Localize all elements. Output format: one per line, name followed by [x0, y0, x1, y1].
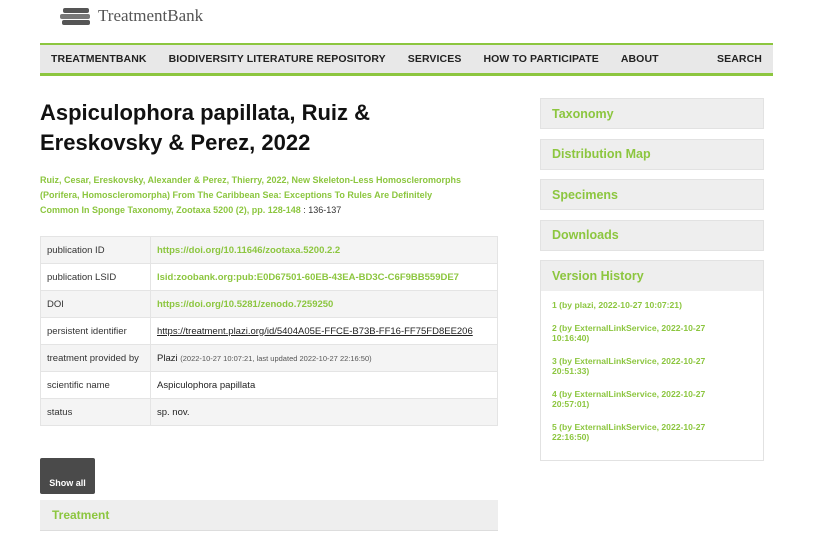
provider-dates: (2022-10-27 10:07:21, last updated 2022-…: [180, 353, 372, 363]
version-time: 10:16:40): [552, 333, 590, 343]
version-link-5[interactable]: 5 (by ExternalLinkService, 2022-10-27 22…: [552, 422, 752, 442]
citation-pages: : 136-137: [300, 205, 342, 215]
version-time: 20:57:01): [552, 399, 590, 409]
page-title: Aspiculophora papillata, Ruiz & Ereskovs…: [40, 98, 498, 158]
nav-services[interactable]: SERVICES: [408, 53, 462, 65]
sidebar: Taxonomy Distribution Map Specimens Down…: [540, 98, 764, 461]
table-row: DOI https://doi.org/10.5281/zenodo.72592…: [40, 290, 498, 318]
version-text: 1 (by plazi, 2022-10-27 10:07:21): [552, 300, 682, 310]
metadata-table: publication ID https://doi.org/10.11646/…: [40, 236, 498, 426]
scientific-name-value: Aspiculophora papillata: [150, 371, 498, 399]
publication-lsid-link[interactable]: lsid:zoobank.org:pub:E0D67501-60EB-43EA-…: [157, 272, 459, 283]
version-text: 5 (by ExternalLinkService, 2022-10-27: [552, 422, 706, 432]
version-time: 20:51:33): [552, 366, 590, 376]
taxonomy-panel[interactable]: Taxonomy: [540, 98, 764, 129]
table-row: treatment provided by Plazi (2022-10-27 …: [40, 344, 498, 372]
version-link-2[interactable]: 2 (by ExternalLinkService, 2022-10-27 10…: [552, 323, 752, 343]
doi-link[interactable]: https://doi.org/10.5281/zenodo.7259250: [157, 299, 333, 310]
main-nav: TREATMENTBANK BIODIVERSITY LITERATURE RE…: [40, 43, 773, 76]
table-row: status sp. nov.: [40, 398, 498, 426]
version-text: 3 (by ExternalLinkService, 2022-10-27: [552, 356, 706, 366]
scientific-name-label: scientific name: [40, 371, 151, 399]
citation-line-1: Ruiz, Cesar, Ereskovsky, Alexander & Per…: [40, 175, 462, 185]
status-label: status: [40, 398, 151, 426]
publication-id-label: publication ID: [40, 236, 151, 264]
nav-search[interactable]: SEARCH: [717, 53, 762, 65]
treatment-provided-by-label: treatment provided by: [40, 344, 151, 372]
logo-text: TreatmentBank: [98, 6, 204, 25]
version-link-1[interactable]: 1 (by plazi, 2022-10-27 10:07:21): [552, 300, 752, 310]
citation-line-2: (Porifera, Homoscleromorpha) From The Ca…: [40, 190, 433, 200]
version-text: 4 (by ExternalLinkService, 2022-10-27: [552, 389, 706, 399]
downloads-panel[interactable]: Downloads: [540, 219, 764, 251]
provider-value: Plazi: [157, 352, 178, 364]
title-line-1: Aspiculophora papillata, Ruiz &: [40, 100, 371, 125]
status-value: sp. nov.: [150, 398, 498, 426]
persistent-identifier-link[interactable]: https://treatment.plazi.org/id/5404A05E-…: [157, 326, 473, 337]
version-link-3[interactable]: 3 (by ExternalLinkService, 2022-10-27 20…: [552, 356, 752, 376]
doi-label: DOI: [40, 290, 151, 318]
version-text: 2 (by ExternalLinkService, 2022-10-27: [552, 323, 706, 333]
nav-how-to-participate[interactable]: HOW TO PARTICIPATE: [483, 53, 598, 65]
nav-treatmentbank[interactable]: TREATMENTBANK: [51, 53, 147, 65]
table-row: publication LSID lsid:zoobank.org:pub:E0…: [40, 263, 498, 291]
nav-about[interactable]: ABOUT: [621, 53, 659, 65]
citation-line-3: Common In Sponge Taxonomy, Zootaxa 5200 …: [40, 205, 301, 215]
version-link-4[interactable]: 4 (by ExternalLinkService, 2022-10-27 20…: [552, 389, 752, 409]
publication-lsid-label: publication LSID: [40, 263, 151, 291]
citation: Ruiz, Cesar, Ereskovsky, Alexander & Per…: [40, 173, 498, 218]
books-icon: [60, 7, 92, 25]
publication-id-link[interactable]: https://doi.org/10.11646/zootaxa.5200.2.…: [157, 245, 340, 256]
distribution-map-panel[interactable]: Distribution Map: [540, 138, 764, 170]
persistent-identifier-label: persistent identifier: [40, 317, 151, 345]
version-list: 1 (by plazi, 2022-10-27 10:07:21) 2 (by …: [541, 291, 763, 460]
main-content: Aspiculophora papillata, Ruiz & Ereskovs…: [40, 98, 498, 426]
version-history-header[interactable]: Version History: [541, 261, 763, 291]
specimens-panel[interactable]: Specimens: [540, 179, 764, 210]
table-row: publication ID https://doi.org/10.11646/…: [40, 236, 498, 264]
show-all-button[interactable]: Show all: [40, 458, 95, 494]
nav-biodiversity-literature-repository[interactable]: BIODIVERSITY LITERATURE REPOSITORY: [169, 53, 386, 65]
version-history-panel: Version History 1 (by plazi, 2022-10-27 …: [540, 260, 764, 461]
table-row: scientific name Aspiculophora papillata: [40, 371, 498, 399]
citation-link[interactable]: Ruiz, Cesar, Ereskovsky, Alexander & Per…: [40, 175, 461, 215]
table-row: persistent identifier https://treatment.…: [40, 317, 498, 345]
title-line-2: Ereskovsky & Perez, 2022: [40, 130, 311, 155]
treatment-section-header[interactable]: Treatment: [40, 500, 498, 531]
site-logo[interactable]: TreatmentBank: [60, 6, 203, 26]
version-time: 22:16:50): [552, 432, 590, 442]
